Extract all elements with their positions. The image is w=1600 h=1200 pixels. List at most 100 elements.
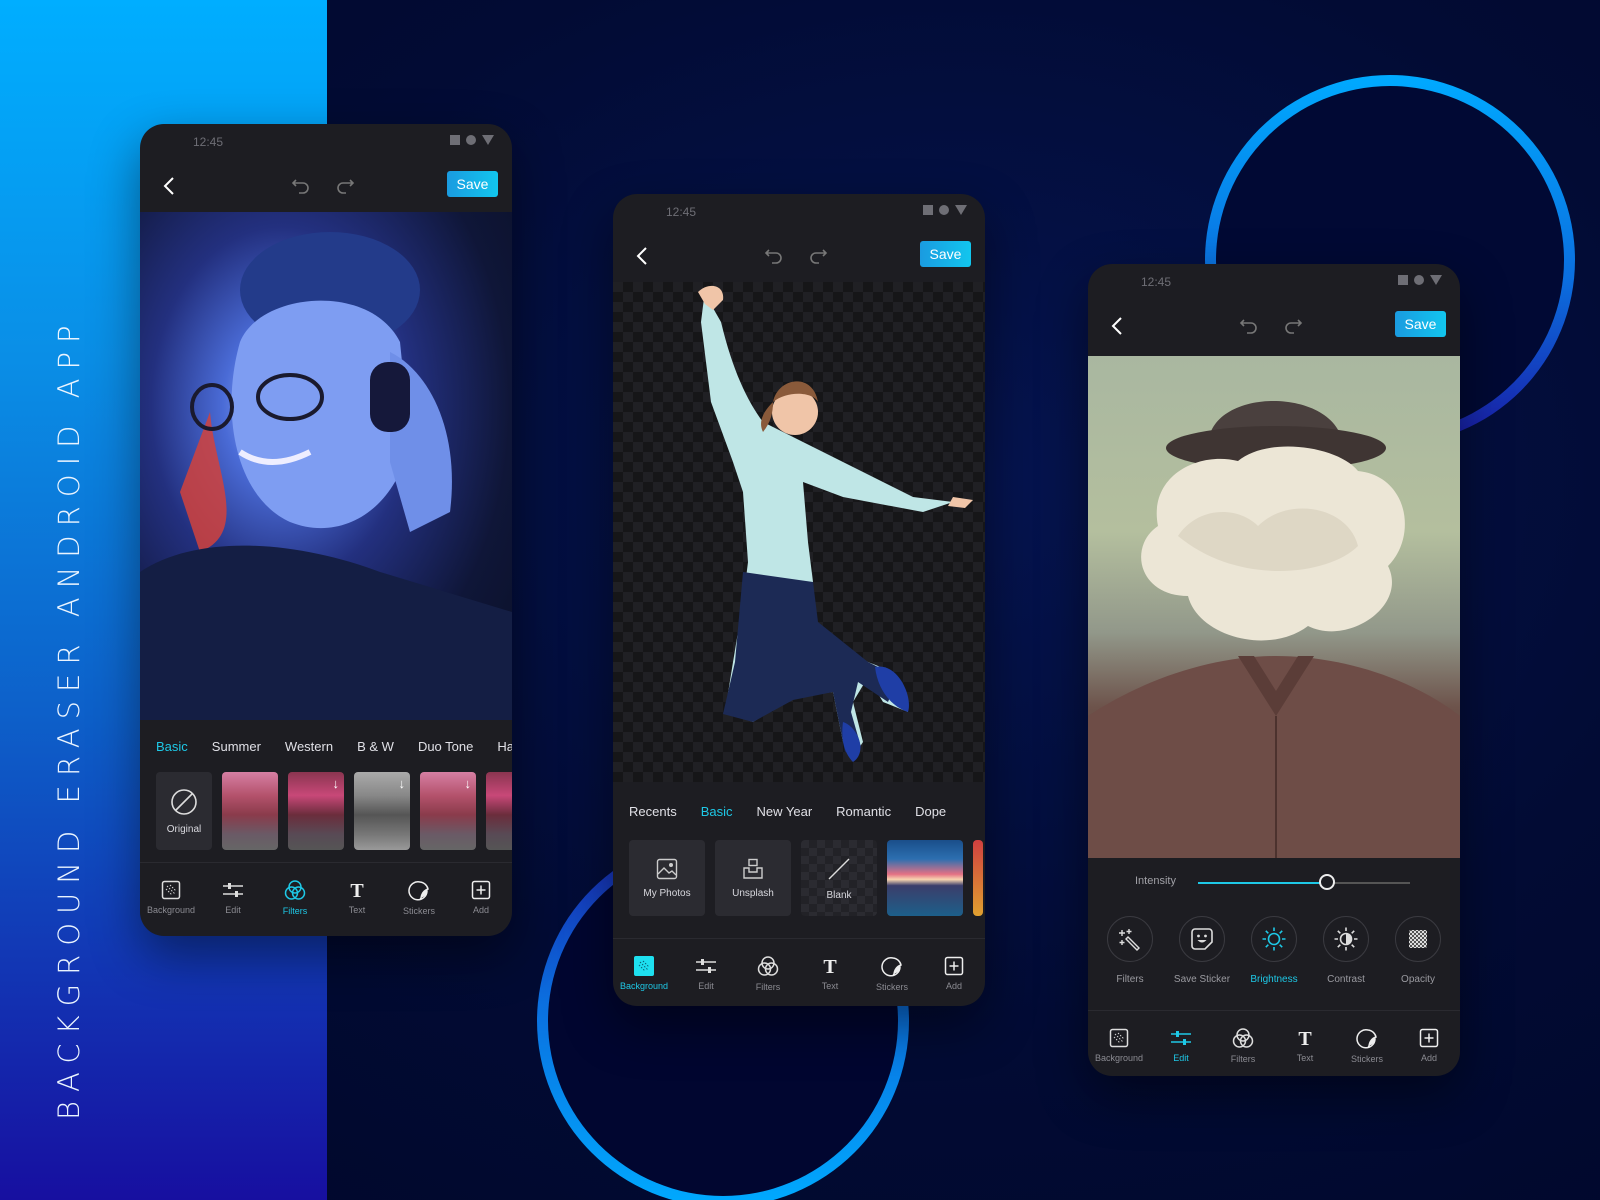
- nav-filters[interactable]: Filters: [740, 955, 796, 992]
- tab-basic[interactable]: Basic: [701, 804, 733, 819]
- top-toolbar: Save: [140, 160, 512, 212]
- nav-label: Filters: [1230, 1053, 1256, 1064]
- nav-add[interactable]: Add: [1401, 1028, 1457, 1063]
- tile-blank[interactable]: Blank: [801, 840, 877, 916]
- status-time: 12:45: [193, 135, 224, 149]
- text-icon: T: [823, 956, 837, 976]
- filter-thumb[interactable]: [486, 772, 512, 850]
- download-icon: ↓: [332, 776, 340, 791]
- recent-apps-icon: [450, 135, 460, 145]
- nav-background[interactable]: Background: [1091, 1028, 1147, 1063]
- tab-dope[interactable]: Dope: [915, 804, 946, 819]
- edited-photo-man-headphones: [140, 212, 512, 720]
- nav-label: Stickers: [402, 905, 435, 916]
- filters-icon: [1232, 1027, 1254, 1048]
- nav-label: Filters: [282, 905, 308, 916]
- redo-icon[interactable]: [807, 245, 829, 267]
- svg-text:T: T: [823, 956, 837, 976]
- page-title: BACKGROUND ERASER ANDROID APP: [52, 316, 86, 1121]
- tab-bw[interactable]: B & W: [357, 739, 394, 754]
- tool-label: Filters: [1116, 974, 1144, 985]
- nav-background[interactable]: Background: [143, 880, 199, 915]
- background-icon: [634, 955, 654, 976]
- save-button[interactable]: Save: [447, 171, 498, 197]
- redo-icon[interactable]: [334, 175, 356, 197]
- tool-save-sticker[interactable]: Save Sticker: [1167, 916, 1237, 1006]
- status-bar: 12:45: [613, 194, 985, 230]
- nav-label: Background: [619, 980, 669, 991]
- nav-filters[interactable]: Filters: [1215, 1027, 1271, 1064]
- nav-add[interactable]: Add: [453, 880, 509, 915]
- status-icons: [1398, 275, 1442, 285]
- back-chevron-icon[interactable]: [160, 175, 180, 197]
- tile-unsplash[interactable]: Unsplash: [715, 840, 791, 916]
- tab-recents[interactable]: Recents: [629, 804, 677, 819]
- nav-label: Edit: [1173, 1052, 1189, 1063]
- filter-thumb[interactable]: [222, 772, 278, 850]
- tile-sunset-pier[interactable]: [887, 840, 963, 916]
- tile-partial[interactable]: [973, 840, 983, 916]
- nav-text[interactable]: T Text: [1277, 1028, 1333, 1063]
- text-icon: T: [1298, 1028, 1312, 1048]
- tab-summer[interactable]: Summer: [212, 739, 261, 754]
- tab-basic[interactable]: Basic: [156, 739, 188, 754]
- nav-stickers[interactable]: Stickers: [1339, 1027, 1395, 1064]
- background-category-tabs: Recents Basic New Year Romantic Dope: [613, 782, 985, 840]
- intensity-knob[interactable]: [1319, 874, 1336, 890]
- filter-thumb[interactable]: ↓: [288, 772, 344, 850]
- save-button[interactable]: Save: [920, 241, 971, 267]
- undo-icon[interactable]: [763, 245, 785, 267]
- back-chevron-icon[interactable]: [1108, 315, 1128, 337]
- tab-duo-tone[interactable]: Duo Tone: [418, 739, 473, 754]
- sticker-icon: [408, 880, 429, 900]
- tool-brightness[interactable]: Brightness: [1239, 916, 1309, 1006]
- add-icon: [944, 956, 964, 975]
- nav-text[interactable]: T Text: [802, 956, 858, 991]
- nav-label: Text: [348, 904, 366, 915]
- intensity-slider[interactable]: [1198, 874, 1410, 890]
- sliders-icon: [1171, 1030, 1191, 1045]
- nav-label: Edit: [225, 904, 241, 915]
- tab-new-year[interactable]: New Year: [757, 804, 813, 819]
- nav-label: Add: [472, 904, 489, 915]
- magic-wand-icon: [1119, 929, 1140, 951]
- redo-icon[interactable]: [1282, 315, 1304, 337]
- tool-label: Brightness: [1250, 974, 1298, 985]
- status-time: 12:45: [666, 205, 697, 219]
- tool-filters[interactable]: Filters: [1095, 916, 1165, 1006]
- nav-label: Filters: [755, 981, 781, 992]
- filter-thumb[interactable]: ↓: [354, 772, 410, 850]
- tool-opacity[interactable]: Opacity: [1383, 916, 1453, 1006]
- nav-stickers[interactable]: Stickers: [391, 879, 447, 916]
- filter-original[interactable]: Original: [156, 772, 212, 850]
- nav-stickers[interactable]: Stickers: [864, 955, 920, 992]
- nav-edit[interactable]: Edit: [205, 880, 261, 915]
- nav-edit[interactable]: Edit: [678, 956, 734, 991]
- tile-label: Blank: [826, 889, 852, 901]
- tab-ha[interactable]: Ha: [497, 739, 512, 754]
- tab-western[interactable]: Western: [285, 739, 333, 754]
- tab-romantic[interactable]: Romantic: [836, 804, 891, 819]
- nav-add[interactable]: Add: [926, 956, 982, 991]
- back-triangle-icon: [1430, 275, 1442, 285]
- undo-icon[interactable]: [290, 175, 312, 197]
- filter-thumb[interactable]: ↓: [420, 772, 476, 850]
- background-options: My Photos Unsplash Blank: [613, 840, 985, 930]
- nav-edit[interactable]: Edit: [1153, 1028, 1209, 1063]
- intensity-fill: [1198, 882, 1328, 884]
- save-button[interactable]: Save: [1395, 311, 1446, 337]
- back-chevron-icon[interactable]: [633, 245, 653, 267]
- tool-contrast[interactable]: Contrast: [1311, 916, 1381, 1006]
- add-icon: [1419, 1028, 1439, 1047]
- filters-icon: [284, 879, 306, 900]
- nav-filters[interactable]: Filters: [267, 879, 323, 916]
- filter-category-tabs: Basic Summer Western B & W Duo Tone Ha: [140, 720, 512, 772]
- cutout-figure: [698, 285, 973, 762]
- nav-text[interactable]: T Text: [329, 880, 385, 915]
- undo-icon[interactable]: [1238, 315, 1260, 337]
- nav-label: Edit: [698, 980, 714, 991]
- tool-label: Opacity: [1401, 974, 1435, 985]
- nav-background[interactable]: Background: [616, 955, 672, 991]
- intensity-label: Intensity: [1135, 875, 1176, 887]
- tile-my-photos[interactable]: My Photos: [629, 840, 705, 916]
